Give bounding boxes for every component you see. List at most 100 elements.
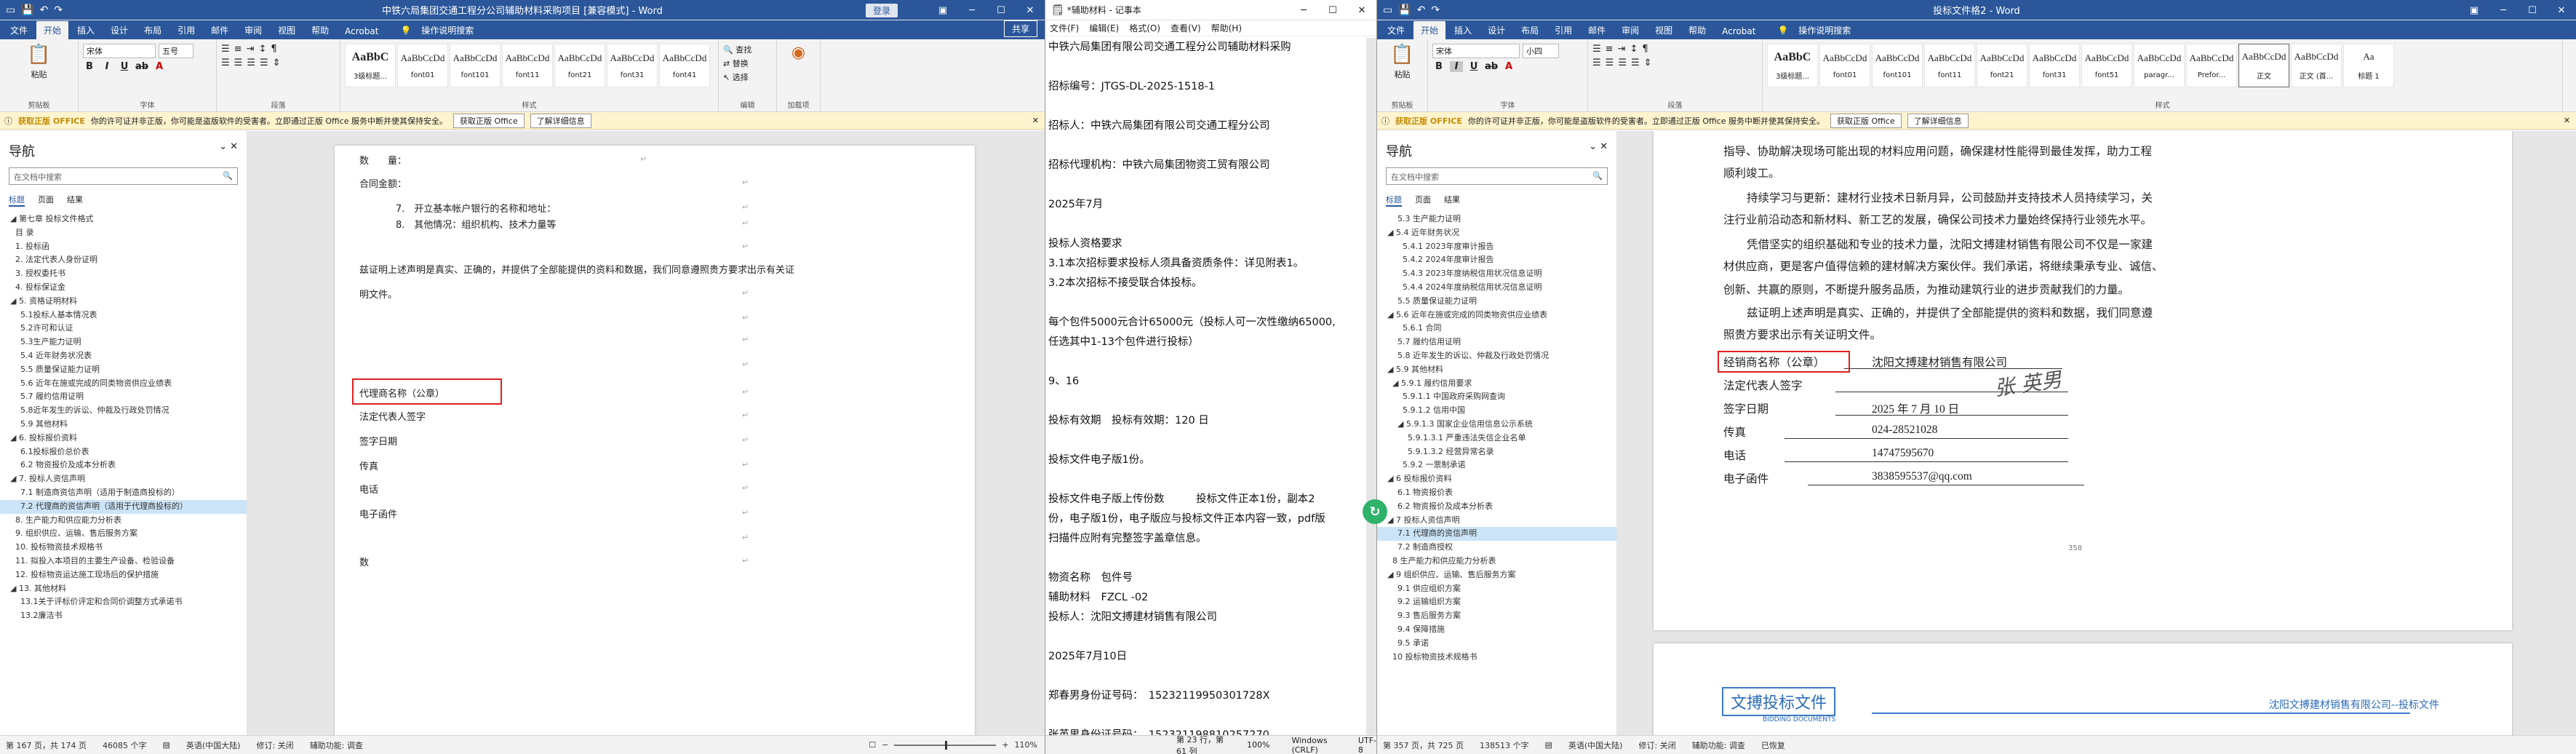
tab-design[interactable]: 设计	[103, 21, 135, 39]
tab-references[interactable]: 引用	[1547, 21, 1579, 39]
notepad-text-area[interactable]: 中铁六局集团有限公司交通工程分公司辅助材料采购 招标编号：JTGS-DL-2025…	[1048, 38, 1363, 741]
underline-button[interactable]: U	[1467, 61, 1480, 72]
nav-heading-item[interactable]: ◢ 第七章 投标文件格式	[0, 213, 247, 226]
nav-heading-item[interactable]: ◢ 6 投标报价资料	[1377, 472, 1616, 486]
close-message-icon[interactable]: ✕	[1032, 116, 1039, 125]
autosave-icon[interactable]: ▭	[1383, 4, 1392, 16]
language-status[interactable]: 英语(中国大陆)	[186, 739, 241, 751]
nav-heading-item[interactable]: 10 投标物资技术规格书	[1377, 651, 1616, 664]
floating-assistant-icon[interactable]: ↻	[1363, 499, 1387, 524]
nav-heading-item[interactable]: 7.2 代理商的资信声明（适用于代理商投标的）	[0, 499, 247, 514]
ribbon-display-icon[interactable]: ▣	[2460, 0, 2489, 20]
nav-heading-item[interactable]: 6.2 物资报价及成本分析表	[0, 459, 247, 472]
indent-icon[interactable]: ⇥	[247, 44, 255, 55]
nav-heading-item[interactable]: 5.8近年发生的诉讼、仲裁及行政处罚情况	[0, 404, 247, 418]
word-count[interactable]: 138513 个字	[1480, 739, 1529, 751]
tab-help[interactable]: 帮助	[1681, 21, 1713, 39]
nav-heading-item[interactable]: 13.1关于评标价评定和合同价调整方式承诺书	[0, 595, 247, 609]
tab-file[interactable]: 文件	[3, 21, 35, 39]
proofing-icon[interactable]: ▤	[1544, 740, 1552, 750]
page-count[interactable]: 第 167 页，共 174 页	[6, 739, 87, 751]
nav-heading-item[interactable]: 5.4.1 2023年度审计报告	[1377, 240, 1616, 254]
get-genuine-button[interactable]: 获取正版 Office	[453, 113, 525, 128]
track-changes-status[interactable]: 修订: 关闭	[256, 739, 293, 751]
page-count[interactable]: 第 357 页，共 725 页	[1383, 739, 1464, 751]
nav-heading-item[interactable]: 9.3 售后服务方案	[1377, 609, 1616, 623]
accessibility-status[interactable]: 辅助功能: 调查	[1692, 739, 1745, 751]
nav-heading-item[interactable]: 5.5 质量保证能力证明	[1377, 295, 1616, 309]
learn-more-button[interactable]: 了解详细信息	[530, 113, 591, 128]
tab-design[interactable]: 设计	[1480, 21, 1512, 39]
nav-heading-item[interactable]: 4. 投标保证金	[0, 281, 247, 295]
style-swatch[interactable]: AaBbCcDd font101	[1872, 44, 1923, 87]
nav-heading-item[interactable]: 5.2许可和认证	[0, 322, 247, 336]
tab-home[interactable]: 开始	[1413, 21, 1446, 39]
justify-icon[interactable]: ☰	[1631, 57, 1640, 68]
nav-heading-item[interactable]: 6.1 物资报价表	[1377, 486, 1616, 500]
select-button[interactable]: ↖ 选择	[723, 71, 772, 83]
style-swatch[interactable]: AaBbCcDd font11	[1924, 44, 1975, 87]
addin-icon[interactable]: ◉	[791, 44, 805, 62]
indent-icon[interactable]: ⇥	[1618, 44, 1626, 55]
nav-close-icon[interactable]: ⌄ ✕	[1589, 141, 1608, 160]
nav-heading-item[interactable]: ◢ 7 投标人资信声明	[1377, 514, 1616, 528]
nav-heading-item[interactable]: 5.7 履约信用证明	[1377, 336, 1616, 349]
nav-heading-item[interactable]: 5.4 近年财务状况表	[0, 349, 247, 363]
menu-help[interactable]: 帮助(H)	[1211, 22, 1242, 34]
font-name-select[interactable]: 宋体	[83, 44, 156, 58]
nav-heading-item[interactable]: ◢ 5.9.1 履约信用要求	[1377, 377, 1616, 391]
nav-heading-item[interactable]: 5.9.1.1 中国政府采购网查询	[1377, 390, 1616, 404]
redo-icon[interactable]: ↷	[54, 4, 63, 16]
nav-heading-item[interactable]: 5.1投标人基本情况表	[0, 309, 247, 322]
nav-tab-pages[interactable]: 页面	[1415, 194, 1431, 207]
nav-heading-item[interactable]: 2. 法定代表人身份证明	[0, 253, 247, 267]
font-size-select[interactable]: 五号	[159, 44, 194, 58]
minimize-icon[interactable]: ─	[2489, 0, 2518, 20]
login-button[interactable]: 登录	[866, 4, 898, 17]
bold-button[interactable]: B	[83, 61, 96, 72]
tab-references[interactable]: 引用	[170, 21, 202, 39]
maximize-icon[interactable]: ☐	[2518, 0, 2547, 20]
style-swatch[interactable]: AaBbCcDd font21	[554, 44, 605, 87]
align-left-icon[interactable]: ☰	[221, 57, 230, 68]
tab-insert[interactable]: 插入	[1447, 21, 1479, 39]
nav-heading-item[interactable]: 13.2廉洁书	[0, 609, 247, 623]
tab-mailings[interactable]: 邮件	[204, 21, 236, 39]
nav-heading-item[interactable]: 5.9.1.3.2 经营异常名录	[1377, 445, 1616, 459]
nav-heading-item[interactable]: 5.9.2 一票制承诺	[1377, 459, 1616, 472]
search-icon[interactable]: 🔍	[1592, 171, 1603, 181]
close-icon[interactable]: ✕	[1347, 0, 1376, 20]
get-genuine-button[interactable]: 获取正版 Office	[1830, 113, 1902, 128]
tab-view[interactable]: 视图	[1648, 21, 1680, 39]
nav-search-input[interactable]: 在文档中搜索 🔍	[9, 167, 238, 185]
save-icon[interactable]: 💾	[1398, 4, 1411, 16]
show-marks-icon[interactable]: ¶	[271, 44, 276, 55]
font-name-select[interactable]: 宋体	[1432, 44, 1520, 58]
tell-me-search[interactable]: 💡 操作说明搜索	[393, 21, 488, 39]
font-color-button[interactable]: A	[1502, 61, 1515, 72]
close-icon[interactable]: ✕	[2547, 0, 2576, 20]
align-center-icon[interactable]: ☰	[1606, 57, 1614, 68]
sort-icon[interactable]: ↕	[258, 44, 266, 55]
undo-icon[interactable]: ↶	[1417, 4, 1426, 16]
nav-heading-item[interactable]: ◢ 5.9 其他材料	[1377, 363, 1616, 377]
nav-heading-item[interactable]: 5.9.1.2 信用中国	[1377, 404, 1616, 418]
align-right-icon[interactable]: ☰	[1618, 57, 1627, 68]
style-swatch[interactable]: AaBbCcDd font51	[2081, 44, 2132, 87]
maximize-icon[interactable]: ☐	[1318, 0, 1347, 20]
nav-heading-item[interactable]: ◢ 7. 投标人资信声明	[0, 472, 247, 486]
nav-heading-item[interactable]: 5.9.1.3.1 严重违法失信企业名单	[1377, 432, 1616, 445]
line-spacing-icon[interactable]: ⇕	[273, 57, 281, 68]
nav-heading-item[interactable]: ◢ 5.9.1.3 国家企业信用信息公示系统	[1377, 418, 1616, 432]
style-swatch[interactable]: AaBbC 3级标题...	[345, 44, 396, 87]
nav-heading-item[interactable]: ◢ 6. 投标报价资料	[0, 432, 247, 445]
nav-heading-item[interactable]: ◢ 13. 其他材料	[0, 582, 247, 596]
redo-icon[interactable]: ↷	[1431, 4, 1440, 16]
find-button[interactable]: 🔍 查找	[723, 44, 772, 55]
strikethrough-button[interactable]: ab	[135, 61, 148, 72]
nav-heading-item[interactable]: 5.3生产能力证明	[0, 336, 247, 349]
nav-heading-item[interactable]: 9. 组织供应、运输、售后服务方案	[0, 527, 247, 541]
paste-label[interactable]: 粘贴	[1395, 68, 1411, 80]
nav-heading-item[interactable]: 5.5 质量保证能力证明	[0, 363, 247, 377]
nav-heading-item[interactable]: 9.5 承诺	[1377, 637, 1616, 651]
